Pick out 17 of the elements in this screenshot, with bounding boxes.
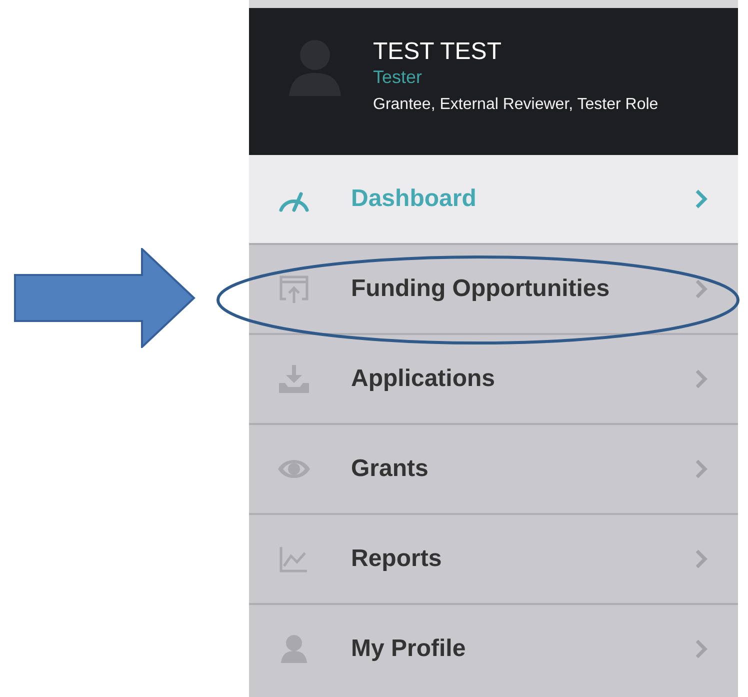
chevron-right-icon — [694, 638, 708, 660]
menu-item[interactable]: Applications — [249, 333, 738, 423]
user-name: TEST TEST — [373, 38, 502, 66]
menu-item[interactable]: My Profile — [249, 603, 738, 693]
chevron-right-icon — [694, 368, 708, 390]
download-icon — [277, 364, 311, 394]
upload-icon — [277, 274, 311, 304]
arrow-icon — [14, 248, 196, 348]
chevron-right-icon — [694, 458, 708, 480]
menu-item[interactable]: Reports — [249, 513, 738, 603]
menu-item[interactable]: Grants — [249, 423, 738, 513]
menu-item[interactable]: Funding Opportunities — [249, 243, 738, 333]
user-title: Tester — [373, 66, 424, 88]
chevron-right-icon — [694, 278, 708, 300]
chevron-right-icon — [694, 188, 708, 210]
user-roles: Grantee, External Reviewer, Tester Role — [373, 95, 660, 115]
chevron-right-icon — [694, 548, 708, 570]
